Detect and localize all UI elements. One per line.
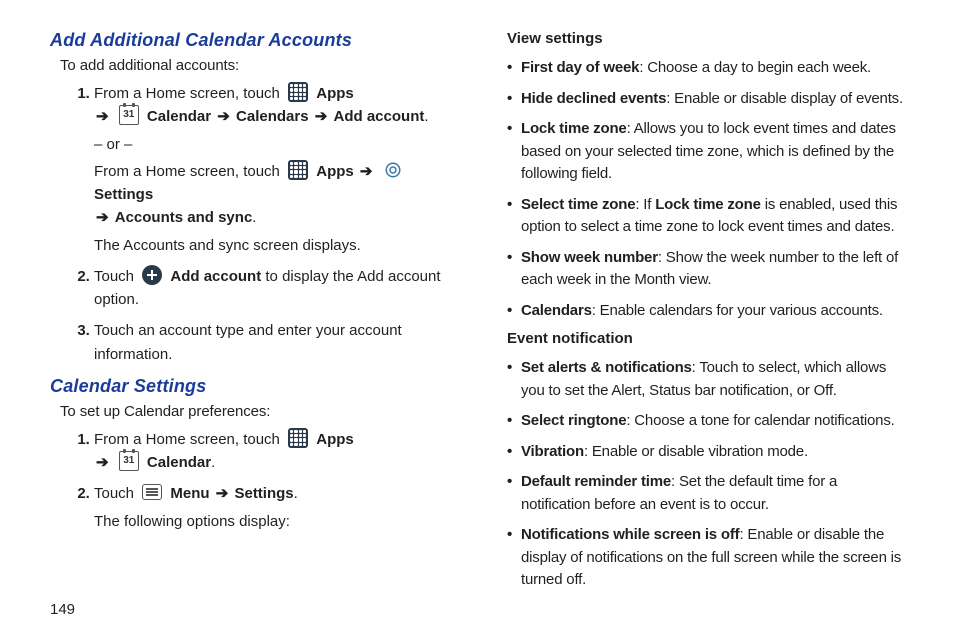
section-heading-calendar-settings: Calendar Settings: [50, 376, 447, 397]
settings-label: Settings: [234, 485, 293, 502]
term: Show week number: [521, 249, 658, 266]
list-item: Notifications while screen is off: Enabl…: [507, 524, 904, 592]
arrow-icon: ➔: [214, 485, 231, 502]
step-text: Touch an account type and enter your acc…: [94, 322, 402, 362]
view-settings-list: First day of week: Choose a day to begin…: [507, 57, 904, 322]
desc: : Choose a day to begin each week.: [639, 59, 871, 76]
desc: : Choose a tone for calendar notificatio…: [626, 412, 894, 429]
list-item: Calendars: Enable calendars for your var…: [507, 300, 904, 323]
right-column: View settings First day of week: Choose …: [507, 30, 904, 600]
list-item: Hide declined events: Enable or disable …: [507, 88, 904, 111]
term: First day of week: [521, 59, 639, 76]
arrow-icon: ➔: [94, 108, 111, 125]
event-notification-heading: Event notification: [507, 330, 904, 347]
apps-label: Apps: [316, 431, 354, 448]
desc: : Enable or disable vibration mode.: [584, 443, 808, 460]
menu-label: Menu: [170, 485, 209, 502]
steps-list-calendar-settings: From a Home screen, touch Apps ➔ 31 Cale…: [50, 428, 447, 533]
list-item: First day of week: Choose a day to begin…: [507, 57, 904, 80]
menu-icon: [142, 484, 162, 500]
arrow-icon: ➔: [313, 108, 330, 125]
add-account-label: Add account: [334, 108, 425, 125]
section-heading-add-accounts: Add Additional Calendar Accounts: [50, 30, 447, 51]
list-item: Lock time zone: Allows you to lock event…: [507, 118, 904, 186]
accounts-sync-label: Accounts and sync: [115, 209, 253, 226]
result-text: The Accounts and sync screen displays.: [94, 234, 447, 257]
page-number: 149: [50, 601, 75, 618]
list-item: Set alerts & notifications: Touch to sel…: [507, 357, 904, 402]
arrow-icon: ➔: [94, 454, 111, 471]
calendar-icon: 31: [119, 105, 139, 125]
list-item: Default reminder time: Set the default t…: [507, 471, 904, 516]
apps-icon: [288, 82, 308, 102]
two-column-layout: Add Additional Calendar Accounts To add …: [50, 30, 904, 600]
calendar-icon: 31: [119, 451, 139, 471]
step-item: Touch Add account to display the Add acc…: [94, 265, 447, 312]
settings-icon: [383, 160, 403, 180]
step-item: From a Home screen, touch Apps ➔ 31 Cale…: [94, 428, 447, 475]
apps-icon: [288, 160, 308, 180]
event-notification-list: Set alerts & notifications: Touch to sel…: [507, 357, 904, 592]
desc: : Enable calendars for your various acco…: [592, 302, 883, 319]
step-text: From a Home screen, touch: [94, 163, 280, 180]
step-text: Touch: [94, 268, 134, 285]
result-text: The following options display:: [94, 510, 447, 533]
term: Default reminder time: [521, 473, 671, 490]
calendar-label: Calendar: [147, 108, 211, 125]
arrow-icon: ➔: [358, 163, 375, 180]
manual-page: Add Additional Calendar Accounts To add …: [0, 0, 954, 636]
term: Select time zone: [521, 196, 635, 213]
term: Select ringtone: [521, 412, 626, 429]
step-alt: From a Home screen, touch Apps ➔ Setting…: [94, 160, 447, 230]
step-text: From a Home screen, touch: [94, 431, 280, 448]
intro-text: To set up Calendar preferences:: [60, 403, 447, 420]
step-item: Touch Menu ➔ Settings. The following opt…: [94, 482, 447, 533]
step-text: Touch: [94, 485, 134, 502]
apps-icon: [288, 428, 308, 448]
term: Notifications while screen is off: [521, 526, 739, 543]
calendar-label: Calendar: [147, 454, 211, 471]
term: Set alerts & notifications: [521, 359, 692, 376]
settings-label: Settings: [94, 186, 153, 203]
step-item: Touch an account type and enter your acc…: [94, 319, 447, 366]
term: Hide declined events: [521, 90, 666, 107]
steps-list-add-accounts: From a Home screen, touch Apps ➔ 31 Cale…: [50, 82, 447, 366]
left-column: Add Additional Calendar Accounts To add …: [50, 30, 447, 600]
term: Calendars: [521, 302, 592, 319]
step-item: From a Home screen, touch Apps ➔ 31 Cale…: [94, 82, 447, 257]
desc: : If: [635, 196, 655, 213]
list-item: Select ringtone: Choose a tone for calen…: [507, 410, 904, 433]
intro-text: To add additional accounts:: [60, 57, 447, 74]
view-settings-heading: View settings: [507, 30, 904, 47]
list-item: Show week number: Show the week number t…: [507, 247, 904, 292]
term: Lock time zone: [655, 196, 761, 213]
term: Vibration: [521, 443, 584, 460]
add-account-label: Add account: [170, 268, 261, 285]
list-item: Select time zone: If Lock time zone is e…: [507, 194, 904, 239]
term: Lock time zone: [521, 120, 627, 137]
list-item: Vibration: Enable or disable vibration m…: [507, 441, 904, 464]
or-text: – or –: [94, 133, 447, 156]
apps-label: Apps: [316, 85, 354, 102]
apps-label: Apps: [316, 163, 354, 180]
desc: : Enable or disable display of events.: [666, 90, 903, 107]
arrow-icon: ➔: [215, 108, 232, 125]
arrow-icon: ➔: [94, 209, 111, 226]
step-text: From a Home screen, touch: [94, 85, 280, 102]
calendars-label: Calendars: [236, 108, 309, 125]
plus-icon: [142, 265, 162, 285]
